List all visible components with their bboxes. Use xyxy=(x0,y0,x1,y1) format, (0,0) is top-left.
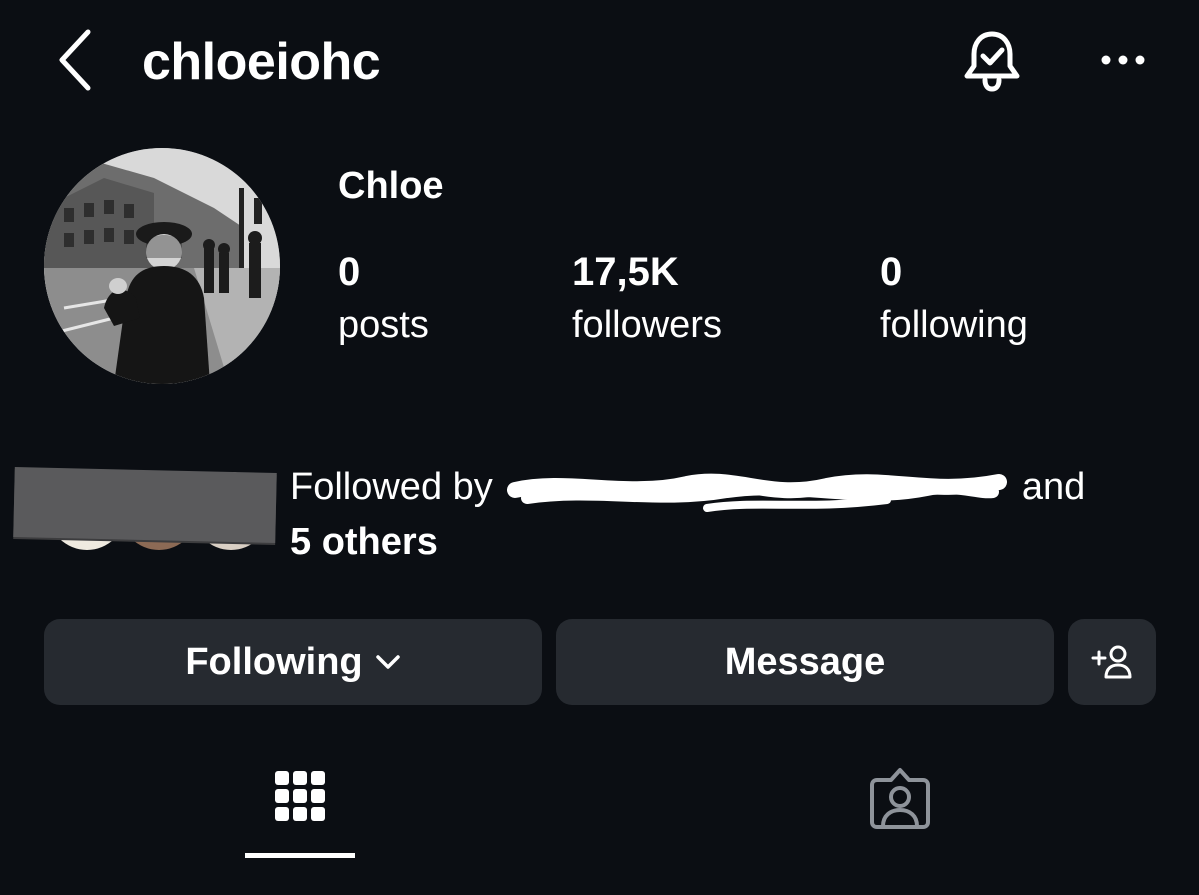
add-user-icon xyxy=(1091,645,1132,679)
bell-check-icon xyxy=(964,31,1020,92)
grid-icon xyxy=(275,771,325,821)
back-button[interactable] xyxy=(52,28,100,92)
chevron-left-icon xyxy=(59,29,91,91)
profile-screen: chloeiohc Chloe 0 posts 17,5K followers … xyxy=(0,0,1199,895)
following-count: 0 xyxy=(880,250,903,294)
chevron-down-icon xyxy=(375,655,400,669)
tab-tagged[interactable] xyxy=(845,758,955,858)
followers-label: followers xyxy=(572,304,722,346)
suggested-users-button[interactable] xyxy=(1068,619,1156,705)
profile-avatar[interactable] xyxy=(44,148,280,384)
notifications-button[interactable] xyxy=(958,28,1026,94)
redaction-scribble xyxy=(507,473,1008,512)
message-button-label: Message xyxy=(724,640,886,683)
following-stat[interactable]: 0 following xyxy=(880,246,1028,352)
followed-by-suffix: and xyxy=(1021,466,1086,508)
more-options-button[interactable] xyxy=(1096,40,1152,80)
mutual-followers-avatars[interactable] xyxy=(13,462,284,562)
followers-count: 17,5K xyxy=(572,250,679,294)
avatar-photo xyxy=(44,148,280,384)
active-tab-indicator xyxy=(245,853,355,858)
followed-by-text[interactable]: Followed by and 5 others xyxy=(290,460,1150,570)
message-button[interactable]: Message xyxy=(556,619,1054,705)
followed-by-others: 5 others xyxy=(290,521,438,563)
followers-stat[interactable]: 17,5K followers xyxy=(572,246,722,352)
more-horizontal-icon xyxy=(1101,55,1145,65)
posts-stat[interactable]: 0 posts xyxy=(338,246,429,352)
followed-by-prefix: Followed by xyxy=(290,466,493,508)
following-button-label: Following xyxy=(185,640,363,683)
profile-username: chloeiohc xyxy=(142,33,381,91)
censor-overlay xyxy=(13,467,277,543)
tagged-person-icon xyxy=(870,768,930,829)
following-label: following xyxy=(880,304,1028,346)
display-name: Chloe xyxy=(338,165,444,207)
posts-count: 0 xyxy=(338,250,361,294)
posts-label: posts xyxy=(338,304,429,346)
following-button[interactable]: Following xyxy=(44,619,542,705)
tab-posts-grid[interactable] xyxy=(245,758,355,858)
